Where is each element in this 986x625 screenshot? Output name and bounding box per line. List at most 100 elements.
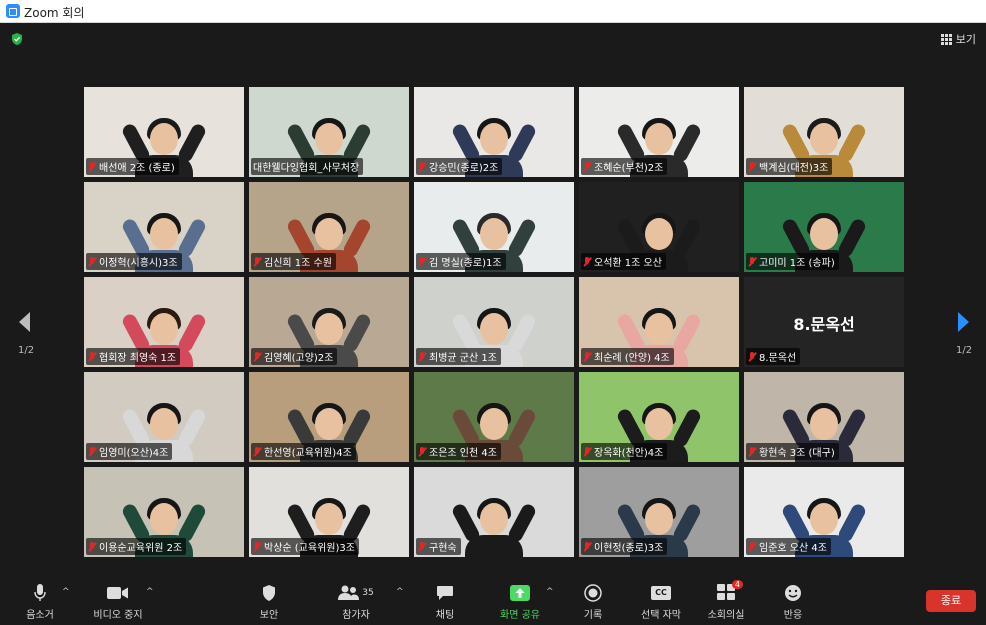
participant-name-text: 김 명실(종로)1조 <box>429 258 502 269</box>
participant-name-label: 백계심(대전)3조 <box>746 158 833 175</box>
view-button[interactable]: 보기 <box>940 31 976 47</box>
participant-tile[interactable]: 임준호 오산 4조 <box>744 467 904 557</box>
page-indicator-left: 1/2 <box>18 345 35 356</box>
breakout-rooms-icon: 4 <box>717 579 743 603</box>
participant-tile[interactable]: 김 명실(종로)1조 <box>414 182 574 272</box>
participant-tile[interactable]: 조은조 인천 4조 <box>414 372 574 462</box>
participant-tile[interactable]: 한선영(교육위원)4조 <box>249 372 409 462</box>
participant-name-text: 김신희 1조 수원 <box>264 258 332 269</box>
participant-name-label: 한선영(교육위원)4조 <box>251 443 356 460</box>
reactions-button[interactable]: 반응 <box>776 583 810 621</box>
share-screen-icon <box>510 585 530 601</box>
participant-name-text: 임준호 오산 4조 <box>759 543 827 554</box>
participant-name-label: 황현숙 3조 (대구) <box>746 443 839 460</box>
record-button[interactable]: 기록 <box>578 583 608 621</box>
gallery-view: 1/2 1/2 배선애 2조 (종로) 대한웰다잉협회_사무처장 강승민(종로)2조… <box>0 55 986 575</box>
participant-tile[interactable]: 최순례 (안양) 4조 <box>579 277 739 367</box>
participant-name-label: 조은조 인천 4조 <box>416 443 501 460</box>
share-screen-button[interactable]: 화면 공유 <box>492 583 548 621</box>
participant-tile[interactable]: 황현숙 3조 (대구) <box>744 372 904 462</box>
stop-video-button[interactable]: 비디오 중지 <box>90 583 146 621</box>
smiley-reaction-icon <box>785 585 801 601</box>
participant-tile[interactable]: 이용순교육위원 2조 <box>84 467 244 557</box>
participant-name-label: 이정혁(시흥시)3조 <box>86 253 182 270</box>
record-label: 기록 <box>583 610 603 621</box>
participant-tile[interactable]: 장옥화(천안)4조 <box>579 372 739 462</box>
muted-mic-icon <box>418 541 426 552</box>
mute-label: 음소거 <box>26 610 54 621</box>
security-button[interactable]: 보안 <box>252 583 286 621</box>
breakout-badge: 4 <box>731 579 743 589</box>
participant-name-text: 구현숙 <box>429 543 457 554</box>
participant-tile[interactable]: 백계심(대전)3조 <box>744 87 904 177</box>
participant-name-text: 임영미(오산)4조 <box>99 448 169 459</box>
participant-name-label: 김영혜(고양)2조 <box>251 348 338 365</box>
participant-video <box>450 493 538 557</box>
participant-name-label: 임영미(오산)4조 <box>86 443 173 460</box>
participant-name-text: 조은조 인천 4조 <box>429 448 497 459</box>
muted-mic-icon <box>583 541 591 552</box>
security-shield-icon[interactable] <box>10 32 24 46</box>
participant-name-label: 이용순교육위원 2조 <box>86 538 187 555</box>
breakout-rooms-label: 소회의실 <box>707 610 745 621</box>
muted-mic-icon <box>748 541 756 552</box>
participant-tile[interactable]: 배선애 2조 (종로) <box>84 87 244 177</box>
participant-tile[interactable]: 박상순 (교육위원)3조 <box>249 467 409 557</box>
share-screen-label: 화면 공유 <box>500 610 540 621</box>
participant-name-text: 이현정(종로)3조 <box>594 543 664 554</box>
participant-name-placeholder: 8.문옥선 <box>793 315 855 334</box>
gallery-grid-icon <box>940 33 952 45</box>
muted-mic-icon <box>748 161 756 172</box>
participant-tile[interactable]: 고미미 1조 (송파) <box>744 182 904 272</box>
participant-name-text: 황현숙 3조 (대구) <box>759 448 835 459</box>
participant-tile[interactable]: 이현정(종로)3조 <box>579 467 739 557</box>
security-label: 보안 <box>259 610 279 621</box>
participant-name-label: 장옥화(천안)4조 <box>581 443 668 460</box>
participant-tile[interactable]: 김영혜(고양)2조 <box>249 277 409 367</box>
view-label: 보기 <box>955 33 976 46</box>
mute-button[interactable]: 음소거 <box>22 583 58 621</box>
participant-name-label: 이현정(종로)3조 <box>581 538 668 555</box>
participant-tile[interactable]: 8.문옥선 8.문옥선 <box>744 277 904 367</box>
muted-mic-icon <box>418 446 426 457</box>
closed-caption-button[interactable]: CC 선택 자막 <box>636 583 686 621</box>
participant-name-label: 최순례 (안양) 4조 <box>581 348 674 365</box>
record-icon <box>584 584 602 602</box>
end-meeting-button[interactable]: 종료 <box>926 590 976 612</box>
participant-tile[interactable]: 구현숙 <box>414 467 574 557</box>
participant-tile[interactable]: 최병균 군산 1조 <box>414 277 574 367</box>
participant-name-text: 한선영(교육위원)4조 <box>264 448 352 459</box>
participant-name-text: 박상순 (교육위원)3조 <box>264 543 355 554</box>
share-options-chevron-icon[interactable]: ^ <box>546 587 554 597</box>
next-page-arrow-icon[interactable] <box>956 310 972 334</box>
participant-tile[interactable]: 김신희 1조 수원 <box>249 182 409 272</box>
participants-button[interactable]: 35 참가자 <box>336 583 376 621</box>
breakout-rooms-button[interactable]: 4 소회의실 <box>704 579 748 621</box>
participant-name-text: 8.문옥선 <box>759 353 797 364</box>
audio-options-chevron-icon[interactable]: ^ <box>62 587 70 597</box>
participant-tile[interactable]: 강승민(종로)2조 <box>414 87 574 177</box>
participants-options-chevron-icon[interactable]: ^ <box>396 587 404 597</box>
participant-name-label: 구현숙 <box>416 538 461 555</box>
participant-name-text: 조혜순(부천)2조 <box>594 163 664 174</box>
participant-name-label: 오석환 1조 오산 <box>581 253 666 270</box>
participant-tile[interactable]: 임영미(오산)4조 <box>84 372 244 462</box>
meeting-toolbar: 음소거 ^ 비디오 중지 ^ 보안 35 참가자 ^ 채팅 화면 공유 ^ 기록… <box>0 575 986 625</box>
participant-tile[interactable]: 대한웰다잉협회_사무처장 <box>249 87 409 177</box>
muted-mic-icon <box>253 256 261 267</box>
participant-tile[interactable]: 오석환 1조 오산 <box>579 182 739 272</box>
participant-name-text: 백계심(대전)3조 <box>759 163 829 174</box>
muted-mic-icon <box>748 446 756 457</box>
chat-button[interactable]: 채팅 <box>430 583 460 621</box>
participant-name-label: 대한웰다잉협회_사무처장 <box>251 158 364 175</box>
closed-caption-label: 선택 자막 <box>641 610 681 621</box>
prev-page-arrow-icon[interactable] <box>16 310 32 334</box>
muted-mic-icon <box>253 351 261 362</box>
video-options-chevron-icon[interactable]: ^ <box>146 587 154 597</box>
participant-name-label: 임준호 오산 4조 <box>746 538 831 555</box>
participant-tile[interactable]: 이정혁(시흥시)3조 <box>84 182 244 272</box>
participant-tile[interactable]: 조혜순(부천)2조 <box>579 87 739 177</box>
participant-tile[interactable]: 협회장 최영숙 1조 <box>84 277 244 367</box>
muted-mic-icon <box>418 161 426 172</box>
participant-name-text: 협회장 최영숙 1조 <box>99 353 177 364</box>
